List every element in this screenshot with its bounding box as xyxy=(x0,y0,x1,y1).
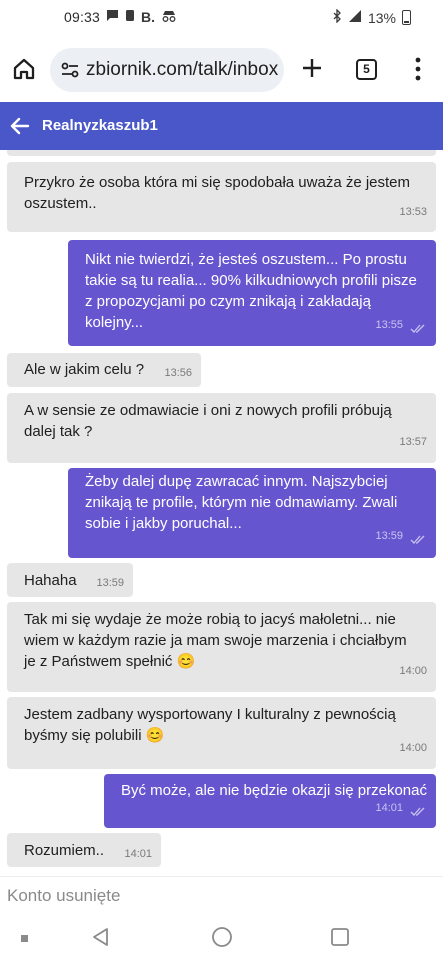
message-time: 13:59 xyxy=(375,530,403,542)
message-text: A w sensie ze odmawiacie i oni z nowych … xyxy=(24,402,392,440)
nav-home-icon xyxy=(212,927,232,947)
read-receipt-icon xyxy=(410,535,425,544)
system-navigation-bar xyxy=(0,912,443,960)
message-incoming: Przykro że osoba która mi się spodobała … xyxy=(7,162,436,232)
conversation-title: Realnyzkaszub1 xyxy=(42,117,158,134)
notification-icon xyxy=(125,9,135,25)
bluetooth-icon xyxy=(332,8,342,26)
message-time: 14:00 xyxy=(399,665,427,677)
incognito-icon xyxy=(161,10,177,25)
account-deleted-notice: Konto usunięte xyxy=(7,886,121,905)
home-icon xyxy=(13,58,35,80)
message-time: 13:55 xyxy=(375,319,403,331)
address-bar[interactable]: zbiornik.com/talk/inbox xyxy=(50,48,284,92)
status-time: 09:33 xyxy=(64,9,101,25)
message-time: 13:53 xyxy=(399,206,427,218)
message-outgoing: Żeby dalej dupę zawracać innym. Najszybc… xyxy=(68,468,436,558)
read-receipt-icon xyxy=(410,324,425,333)
message-incoming: A w sensie ze odmawiacie i oni z nowych … xyxy=(7,393,436,463)
conversation-header: Realnyzkaszub1 xyxy=(0,102,443,150)
battery-percent: 13% xyxy=(367,9,396,26)
previous-message-edge xyxy=(7,150,436,156)
message-incoming: Tak mi się wydaje że może robią to jacyś… xyxy=(7,602,436,692)
message-text: Nikt nie twierdzi, że jesteś oszustem...… xyxy=(85,251,417,331)
signal-icon xyxy=(348,9,362,26)
app-b-icon: B. xyxy=(141,9,155,25)
message-outgoing: Być może, ale nie będzie okazji się prze… xyxy=(104,774,436,828)
message-text: Żeby dalej dupę zawracać innym. Najszybc… xyxy=(85,473,398,532)
message-incoming: Rozumiem.. 14:01 xyxy=(7,833,161,867)
battery-icon xyxy=(402,10,411,25)
message-text: Jestem zadbany wysportowany I kulturalny… xyxy=(24,706,396,744)
recents-button[interactable] xyxy=(18,932,32,946)
recents-icon xyxy=(21,935,28,942)
status-bar: 09:33 B. 13% xyxy=(0,0,443,36)
more-menu-button[interactable] xyxy=(410,56,426,82)
message-text: Przykro że osoba która mi się spodobała … xyxy=(24,174,411,212)
nav-back-icon xyxy=(93,928,108,946)
chat-bubble-icon xyxy=(106,9,119,25)
message-outgoing: Nikt nie twierdzi, że jesteś oszustem...… xyxy=(68,240,436,346)
message-time: 13:57 xyxy=(399,436,427,448)
message-incoming: Ale w jakim celu ? 13:56 xyxy=(7,353,201,387)
tab-switcher-button[interactable]: 5 xyxy=(356,59,377,80)
back-button[interactable] xyxy=(8,114,32,138)
home-button[interactable] xyxy=(10,55,38,83)
plus-icon xyxy=(303,59,321,77)
message-text: Ale w jakim celu ? xyxy=(24,361,145,378)
message-time: 14:01 xyxy=(124,848,152,860)
arrow-back-icon xyxy=(10,117,30,135)
read-receipt-icon xyxy=(410,807,425,816)
message-composer-disabled: Konto usunięte xyxy=(0,876,443,912)
browser-toolbar: zbiornik.com/talk/inbox 5 xyxy=(0,36,443,102)
back-nav-button[interactable] xyxy=(90,926,112,948)
new-tab-button[interactable] xyxy=(298,54,326,82)
nav-overview-icon xyxy=(331,928,349,946)
message-time: 13:59 xyxy=(96,577,124,589)
message-incoming: Hahaha 13:59 xyxy=(7,563,133,597)
message-time: 14:01 xyxy=(375,802,403,814)
overview-nav-button[interactable] xyxy=(329,926,351,948)
message-time: 13:56 xyxy=(164,367,192,379)
more-vert-icon xyxy=(415,57,421,81)
message-text: Tak mi się wydaje że może robią to jacyś… xyxy=(24,611,407,670)
home-nav-button[interactable] xyxy=(211,926,233,948)
message-time: 14:00 xyxy=(399,742,427,754)
site-settings-icon[interactable] xyxy=(60,60,80,80)
url-text: zbiornik.com/talk/inbox xyxy=(86,59,279,80)
message-incoming: Jestem zadbany wysportowany I kulturalny… xyxy=(7,697,436,769)
